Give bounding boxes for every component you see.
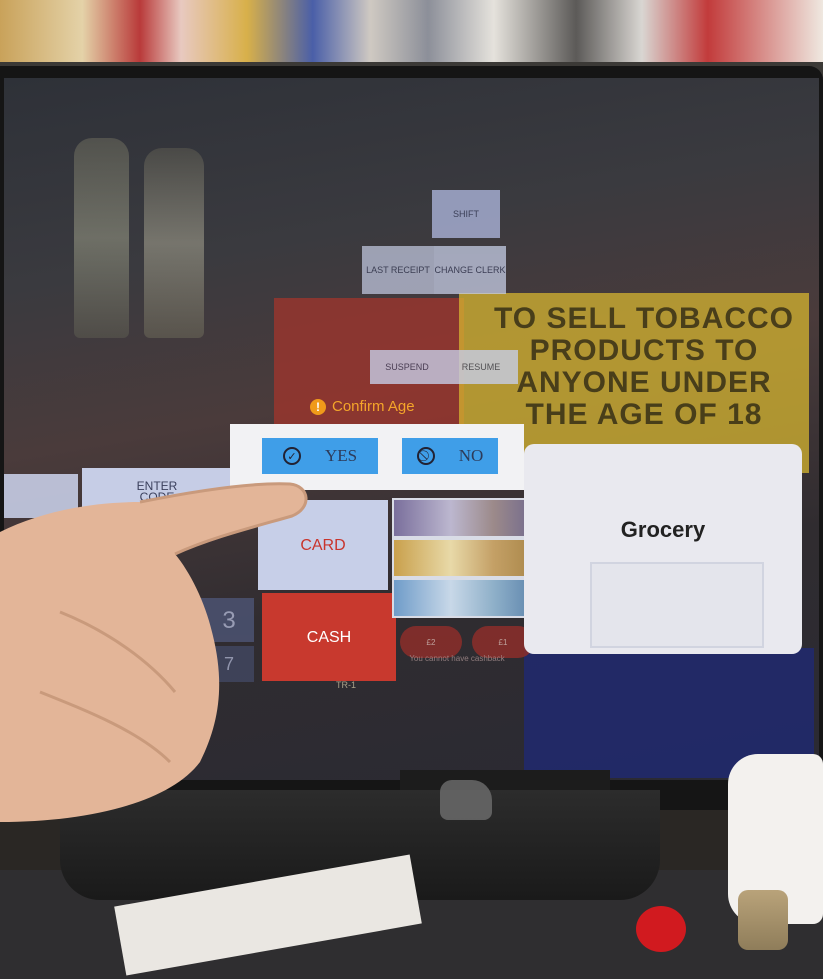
red-button <box>636 906 686 952</box>
bottle-reflection <box>144 148 204 338</box>
last-receipt-label: LAST RECEIPT <box>366 264 430 275</box>
resume-button[interactable]: RESUME <box>444 350 518 384</box>
grocery-button-inner <box>590 562 764 648</box>
coin-1-label: £1 <box>498 637 508 647</box>
sign-line: THE AGE OF 18 <box>525 398 763 431</box>
suspend-label: SUSPEND <box>385 361 429 372</box>
no-label: NO <box>458 446 484 465</box>
no-button[interactable]: ⃠ NO <box>402 438 498 474</box>
banknote-button[interactable] <box>392 538 538 578</box>
shift-label: SHIFT <box>453 208 479 219</box>
till-label: TR-1 <box>336 680 356 690</box>
sign-line: TO SELL TOBACCO <box>493 302 795 335</box>
confirm-age-label: Confirm Age <box>332 398 415 415</box>
warning-icon: ! <box>310 398 326 415</box>
coin-stack <box>738 890 788 950</box>
bottle-reflection <box>74 138 129 338</box>
resume-label: RESUME <box>461 361 501 372</box>
coin-2-label: £2 <box>426 637 436 647</box>
grocery-label: Grocery <box>620 516 706 542</box>
pointing-hand <box>0 482 308 822</box>
ban-icon: ⃠ <box>416 447 435 465</box>
change-clerk-button[interactable]: CHANGE CLERK <box>434 246 506 294</box>
banknote-button[interactable] <box>392 578 538 618</box>
sign-line: PRODUCTS TO <box>529 334 759 367</box>
last-receipt-button[interactable]: LAST RECEIPT <box>362 246 434 294</box>
shift-button[interactable]: SHIFT <box>432 190 500 238</box>
change-clerk-label: CHANGE CLERK <box>434 264 506 275</box>
banknote-button[interactable] <box>392 498 538 538</box>
suspend-button[interactable]: SUSPEND <box>370 350 444 384</box>
yes-label: YES <box>324 446 358 465</box>
car-charm <box>440 780 492 820</box>
tobacco-sign-text: TO SELL TOBACCO PRODUCTS TO ANYONE UNDER… <box>474 303 814 431</box>
cashback-message: You cannot have cashback <box>409 654 505 663</box>
sign-line: ANYONE UNDER <box>516 366 772 399</box>
confirm-age-title: ! Confirm Age <box>310 398 415 415</box>
